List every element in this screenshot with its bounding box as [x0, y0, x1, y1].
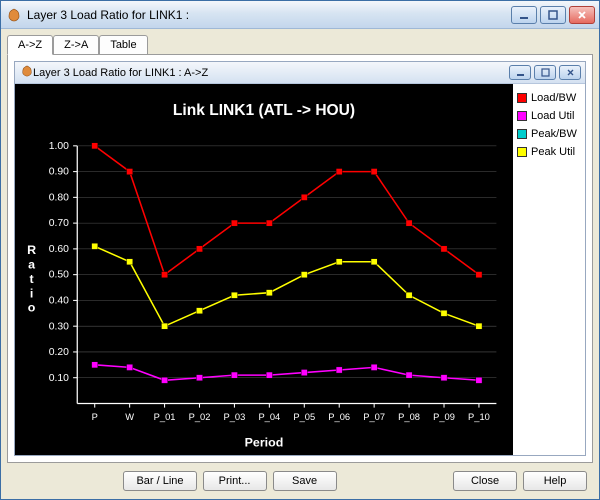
tab-strip: A->Z Z->A Table	[7, 35, 593, 55]
svg-text:P_05: P_05	[293, 412, 315, 422]
inner-window-title: Layer 3 Load Ratio for LINK1 : A->Z	[33, 67, 509, 79]
svg-text:0.20: 0.20	[49, 347, 69, 358]
minimize-button[interactable]	[511, 6, 537, 24]
svg-text:Period: Period	[245, 436, 284, 450]
svg-text:P_06: P_06	[328, 412, 350, 422]
legend-label: Load/BW	[531, 92, 576, 104]
close-button[interactable]	[569, 6, 595, 24]
svg-text:t: t	[30, 272, 34, 286]
chart-plot: Link LINK1 (ATL -> HOU) 0.10 0.20 0.30 0.40 0…	[15, 84, 513, 455]
legend-label: Peak Util	[531, 146, 575, 158]
app-icon	[7, 8, 21, 22]
svg-text:i: i	[30, 286, 33, 300]
tab-z-to-a[interactable]: Z->A	[53, 35, 99, 55]
svg-text:P_10: P_10	[468, 412, 490, 422]
window-title: Layer 3 Load Ratio for LINK1 :	[27, 8, 511, 22]
tab-label: A->Z	[18, 39, 42, 51]
inner-close-button[interactable]	[559, 65, 581, 80]
window-buttons	[511, 6, 595, 24]
svg-text:P_09: P_09	[433, 412, 455, 422]
inner-window-buttons	[509, 65, 581, 80]
svg-text:P: P	[92, 412, 98, 422]
inner-maximize-button[interactable]	[534, 65, 556, 80]
svg-text:W: W	[125, 412, 134, 422]
svg-text:P_02: P_02	[189, 412, 211, 422]
svg-text:0.90: 0.90	[49, 167, 69, 178]
tab-table[interactable]: Table	[99, 35, 147, 55]
svg-text:P_04: P_04	[258, 412, 280, 422]
close-dialog-button[interactable]: Close	[453, 471, 517, 491]
inner-titlebar: Layer 3 Load Ratio for LINK1 : A->Z	[15, 62, 585, 84]
legend-item: Peak Util	[517, 146, 581, 158]
button-bar: Bar / Line Print... Save Close Help	[7, 463, 593, 493]
svg-text:o: o	[28, 301, 36, 315]
help-button[interactable]: Help	[523, 471, 587, 491]
legend-item: Peak/BW	[517, 128, 581, 140]
svg-text:R: R	[27, 243, 36, 257]
maximize-button[interactable]	[540, 6, 566, 24]
tab-label: Table	[110, 39, 136, 51]
print-button[interactable]: Print...	[203, 471, 267, 491]
svg-text:0.60: 0.60	[49, 244, 69, 255]
client-area: A->Z Z->A Table Layer 3 Load Ratio for L…	[1, 29, 599, 499]
svg-text:0.10: 0.10	[49, 373, 69, 384]
legend-swatch	[517, 129, 527, 139]
legend: Load/BW Load Util Peak/BW Peak Util	[513, 84, 585, 455]
legend-label: Peak/BW	[531, 128, 577, 140]
tab-panel: Layer 3 Load Ratio for LINK1 : A->Z Link…	[7, 54, 593, 463]
svg-text:P_03: P_03	[224, 412, 246, 422]
titlebar: Layer 3 Load Ratio for LINK1 :	[1, 1, 599, 29]
svg-text:a: a	[28, 258, 35, 272]
legend-swatch	[517, 147, 527, 157]
legend-swatch	[517, 111, 527, 121]
svg-text:P_08: P_08	[398, 412, 420, 422]
inner-minimize-button[interactable]	[509, 65, 531, 80]
svg-text:P_01: P_01	[154, 412, 176, 422]
svg-text:P_07: P_07	[363, 412, 385, 422]
chart-area: Link LINK1 (ATL -> HOU) 0.10 0.20 0.30 0.40 0…	[15, 84, 585, 455]
svg-text:0.40: 0.40	[49, 296, 69, 307]
svg-text:Link LINK1 (ATL -> HOU): Link LINK1 (ATL -> HOU)	[173, 102, 355, 119]
svg-text:0.70: 0.70	[49, 218, 69, 229]
legend-swatch	[517, 93, 527, 103]
barline-button[interactable]: Bar / Line	[123, 471, 196, 491]
save-button[interactable]: Save	[273, 471, 337, 491]
legend-item: Load/BW	[517, 92, 581, 104]
svg-text:0.50: 0.50	[49, 270, 69, 281]
app-window: Layer 3 Load Ratio for LINK1 : A->Z Z->A…	[0, 0, 600, 500]
svg-text:0.80: 0.80	[49, 192, 69, 203]
inner-window: Layer 3 Load Ratio for LINK1 : A->Z Link…	[14, 61, 586, 456]
tab-a-to-z[interactable]: A->Z	[7, 35, 53, 55]
tab-label: Z->A	[64, 39, 88, 51]
svg-text:1.00: 1.00	[49, 141, 69, 152]
legend-item: Load Util	[517, 110, 581, 122]
java-icon	[21, 65, 33, 80]
svg-text:0.30: 0.30	[49, 321, 69, 332]
legend-label: Load Util	[531, 110, 574, 122]
